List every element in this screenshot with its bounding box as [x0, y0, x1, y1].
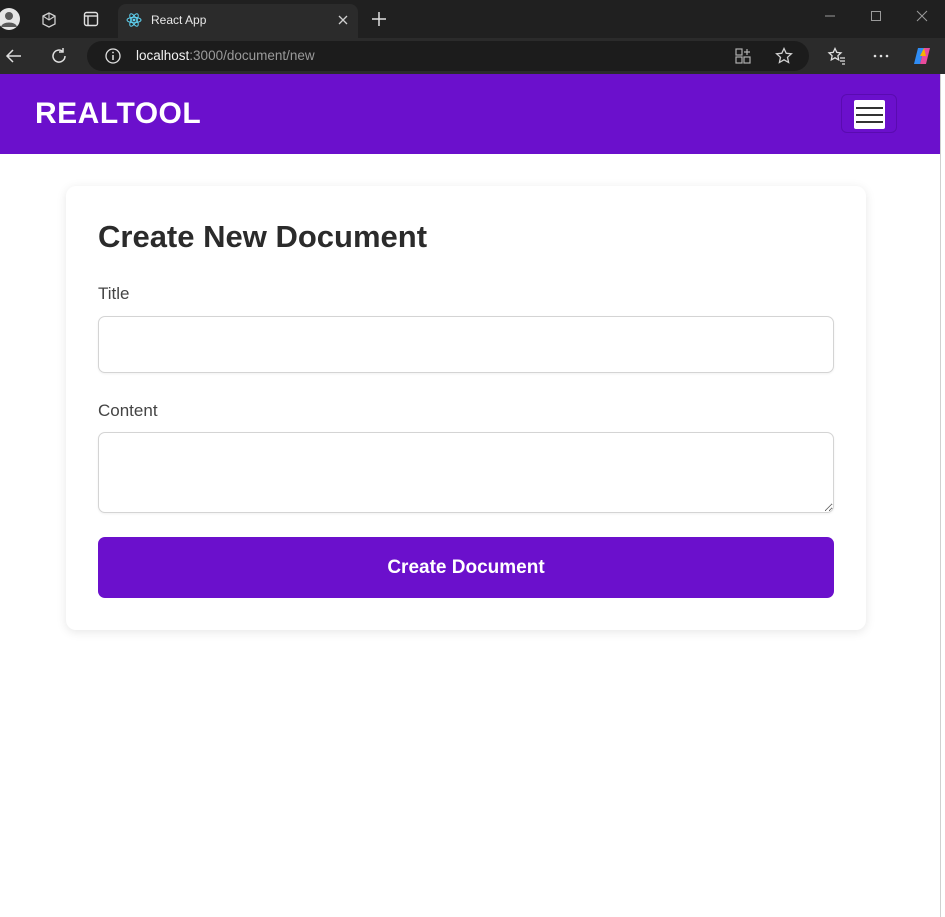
- content-textarea[interactable]: [98, 432, 834, 513]
- url-path: :3000/document/new: [189, 48, 315, 63]
- content-label: Content: [98, 401, 158, 420]
- workspaces-icon[interactable]: [40, 11, 58, 29]
- info-icon[interactable]: [104, 47, 122, 65]
- tab-title: React App: [151, 13, 207, 27]
- react-favicon: [126, 12, 142, 28]
- browser-tab-active[interactable]: React App: [118, 4, 358, 38]
- tab-actions-icon[interactable]: [83, 11, 99, 27]
- more-icon[interactable]: [871, 46, 891, 66]
- url-text[interactable]: localhost:3000/document/new: [136, 48, 315, 63]
- hamburger-icon: [854, 100, 885, 129]
- menu-toggle-button[interactable]: [841, 94, 897, 133]
- reload-icon[interactable]: [49, 46, 69, 66]
- favorite-star-icon[interactable]: [774, 46, 794, 66]
- copilot-icon[interactable]: [911, 45, 933, 67]
- close-icon[interactable]: [334, 11, 352, 29]
- plus-icon[interactable]: [369, 8, 389, 30]
- favorites-icon[interactable]: [827, 46, 847, 66]
- profile-icon[interactable]: [0, 8, 20, 30]
- url-host: localhost: [136, 48, 190, 63]
- page-scrollbar[interactable]: [940, 74, 945, 917]
- minimize-icon[interactable]: [822, 8, 838, 24]
- window-close-icon[interactable]: [914, 8, 930, 24]
- reading-view-icon[interactable]: [734, 47, 752, 65]
- title-input[interactable]: [98, 316, 834, 373]
- create-document-button[interactable]: Create Document: [98, 537, 834, 598]
- maximize-icon[interactable]: [868, 8, 884, 24]
- back-icon[interactable]: [4, 46, 24, 66]
- brand-logo[interactable]: REALTOOL: [35, 97, 201, 131]
- title-label: Title: [98, 284, 130, 303]
- page-title: Create New Document: [98, 219, 428, 254]
